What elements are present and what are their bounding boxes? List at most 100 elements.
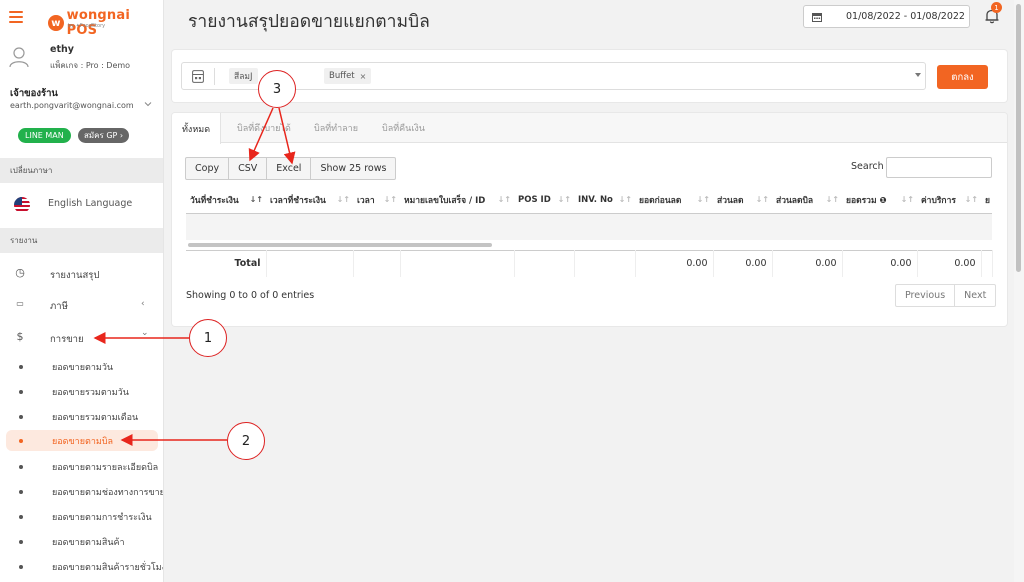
column-header[interactable]: ยอดรวม ❶ ↓↑ xyxy=(842,187,917,214)
submenu-monthly-total[interactable]: ยอดขายรวมตามเดือน xyxy=(6,406,158,427)
ok-button[interactable]: ตกลง xyxy=(937,65,988,89)
submenu-product-hourly[interactable]: ยอดขายตามสินค้ารายชั่วโมง xyxy=(6,556,163,577)
submenu-sales-by-bill[interactable]: ยอดขายตามบิล xyxy=(6,430,158,451)
sort-icon: ↓↑ xyxy=(825,195,839,204)
pagination: Previous Next xyxy=(895,284,997,307)
bullet-icon xyxy=(19,565,23,569)
total-value: 0.00 xyxy=(842,249,918,277)
sidebar: w wongnai POS by ✦FoodStory ethy แพ็คเกจ… xyxy=(0,0,164,582)
total-row: Total 0.00 0.00 0.00 0.00 0.00 xyxy=(186,249,993,277)
chevron-left-icon: ‹ xyxy=(141,299,145,309)
total-value: 0.00 xyxy=(772,249,843,277)
dollar-icon: $ xyxy=(16,330,24,343)
table-horizontal-scrollbar[interactable] xyxy=(188,243,492,247)
column-header[interactable]: วันที่ชำระเงิน ↓↑ xyxy=(186,187,266,214)
tab-refunded-bills[interactable]: บิลที่คืนเงิน xyxy=(372,113,435,143)
submenu-bill-detail[interactable]: ยอดขายตามรายละเอียดบิล xyxy=(6,456,158,477)
bullet-icon xyxy=(19,515,23,519)
menu-item-summary[interactable]: ◷ รายงานสรุป xyxy=(0,261,163,287)
scrollbar-thumb[interactable] xyxy=(1016,4,1021,272)
callout-3: 3 xyxy=(258,70,296,108)
gp-signup-badge[interactable]: สมัคร GP › xyxy=(78,128,130,143)
previous-button[interactable]: Previous xyxy=(896,285,956,306)
column-header[interactable]: ส่วนลดบิล ↓↑ xyxy=(772,187,842,214)
callout-1: 1 xyxy=(189,319,227,357)
csv-button[interactable]: CSV xyxy=(229,158,268,179)
filter-card: สีลมJ Buffet × ตกลง xyxy=(172,50,1007,102)
column-header[interactable]: หมายเลขใบเสร็จ / ID ↓↑ xyxy=(400,187,514,214)
search-input[interactable] xyxy=(886,157,992,178)
bullet-icon xyxy=(19,465,23,469)
user-name: ethy xyxy=(50,44,74,55)
bullet-icon xyxy=(19,439,23,443)
sort-icon: ↓↑ xyxy=(497,195,511,204)
next-button[interactable]: Next xyxy=(955,285,995,306)
submenu-label: ยอดขายตามรายละเอียดบิล xyxy=(52,463,159,473)
submenu-payment[interactable]: ยอดขายตามการชำระเงิน xyxy=(6,506,158,527)
tab-voided-bills[interactable]: บิลที่ทำลาย xyxy=(304,113,368,143)
us-flag-icon xyxy=(14,197,30,213)
tab-all[interactable]: ทั้งหมด xyxy=(172,113,222,144)
column-header[interactable]: ยอดก่อนลด ↓↑ xyxy=(635,187,713,214)
sort-icon: ↓↑ xyxy=(557,195,571,204)
column-header[interactable]: ค่าบริการ ↓↑ xyxy=(917,187,981,214)
excel-button[interactable]: Excel xyxy=(267,158,312,179)
tax-icon: ▭ xyxy=(16,299,24,308)
menu-label: รายงานสรุป xyxy=(50,270,100,281)
menu-label: ภาษี xyxy=(50,301,68,312)
chevron-down-icon: ⌄ xyxy=(141,328,149,338)
language-switch[interactable]: English Language xyxy=(0,186,163,224)
sort-icon: ↓↑ xyxy=(336,195,350,204)
column-header[interactable]: INV. No ↓↑ xyxy=(574,187,635,214)
copy-button[interactable]: Copy xyxy=(186,158,230,179)
submenu-daily-total[interactable]: ยอดขายรวมตามวัน xyxy=(6,381,158,402)
submenu-daily-sales[interactable]: ยอดขายตามวัน xyxy=(6,356,158,377)
search-label: Search xyxy=(851,161,884,172)
report-section-header: รายงาน xyxy=(0,228,163,253)
menu-label: การขาย xyxy=(50,334,84,345)
table-header-row: วันที่ชำระเงิน ↓↑ เวลาที่ชำระเงิน ↓↑ เวลา ↓… xyxy=(186,187,992,214)
sort-icon: ↓↑ xyxy=(618,195,632,204)
column-header[interactable]: เวลาที่ชำระเงิน ↓↑ xyxy=(266,187,353,214)
page-scrollbar[interactable] xyxy=(1014,0,1024,582)
lineman-badge[interactable]: LINE MAN xyxy=(18,128,71,143)
date-range-value: 01/08/2022 - 01/08/2022 xyxy=(846,11,965,22)
submenu-label: ยอดขายรวมตามวัน xyxy=(52,388,129,398)
menu-item-tax[interactable]: ▭ ภาษี ‹ xyxy=(0,292,163,318)
bullet-icon xyxy=(19,390,23,394)
store-icon xyxy=(192,70,204,83)
remove-tag-icon[interactable]: × xyxy=(360,72,367,81)
sort-icon: ↓↑ xyxy=(249,195,263,204)
sort-icon: ↓↑ xyxy=(383,195,397,204)
column-header[interactable]: ย xyxy=(981,187,992,214)
owner-label: เจ้าของร้าน xyxy=(10,88,58,99)
submenu-sales-channel[interactable]: ยอดขายตามช่องทางการขาย xyxy=(6,481,163,502)
language-label: English Language xyxy=(48,198,133,209)
total-value: 0.00 xyxy=(635,249,714,277)
column-header[interactable]: เวลา ↓↑ xyxy=(353,187,400,214)
owner-email: earth.pongvarit@wongnai.com xyxy=(10,101,134,110)
submenu-label: ยอดขายตามสินค้ารายชั่วโมง xyxy=(52,563,164,573)
date-range-picker[interactable]: 01/08/2022 - 01/08/2022 xyxy=(803,5,970,28)
column-header[interactable]: ส่วนลด ↓↑ xyxy=(713,187,772,214)
sales-table: วันที่ชำระเงิน ↓↑ เวลาที่ชำระเงิน ↓↑ เวลา ↓… xyxy=(186,187,993,277)
language-section-header: เปลี่ยนภาษา xyxy=(0,158,163,183)
show-rows-button[interactable]: Show 25 rows xyxy=(311,158,395,179)
caret-down-icon[interactable] xyxy=(915,73,921,77)
clock-icon: ◷ xyxy=(15,266,25,279)
submenu-product[interactable]: ยอดขายตามสินค้า xyxy=(6,531,158,552)
column-header[interactable]: POS ID ↓↑ xyxy=(514,187,574,214)
tag-label: สีลมJ xyxy=(234,72,253,82)
bullet-icon xyxy=(19,540,23,544)
submenu-label: ยอดขายตามช่องทางการขาย xyxy=(52,488,164,498)
tab-payable-bills[interactable]: บิลที่ดึงบายได้ xyxy=(227,113,301,143)
menu-item-sales[interactable]: $ การขาย ⌄ xyxy=(0,325,163,351)
chevron-down-icon[interactable] xyxy=(144,100,152,108)
submenu-label: ยอดขายรวมตามเดือน xyxy=(52,413,139,423)
bullet-icon xyxy=(19,365,23,369)
user-profile: ethy แพ็คเกจ : Pro : Demo xyxy=(6,44,156,74)
menu-toggle-icon[interactable] xyxy=(9,11,23,23)
brand-logo: w wongnai POS xyxy=(48,8,163,38)
notification-badge: 1 xyxy=(991,2,1002,13)
sort-icon: ↓↑ xyxy=(964,195,978,204)
